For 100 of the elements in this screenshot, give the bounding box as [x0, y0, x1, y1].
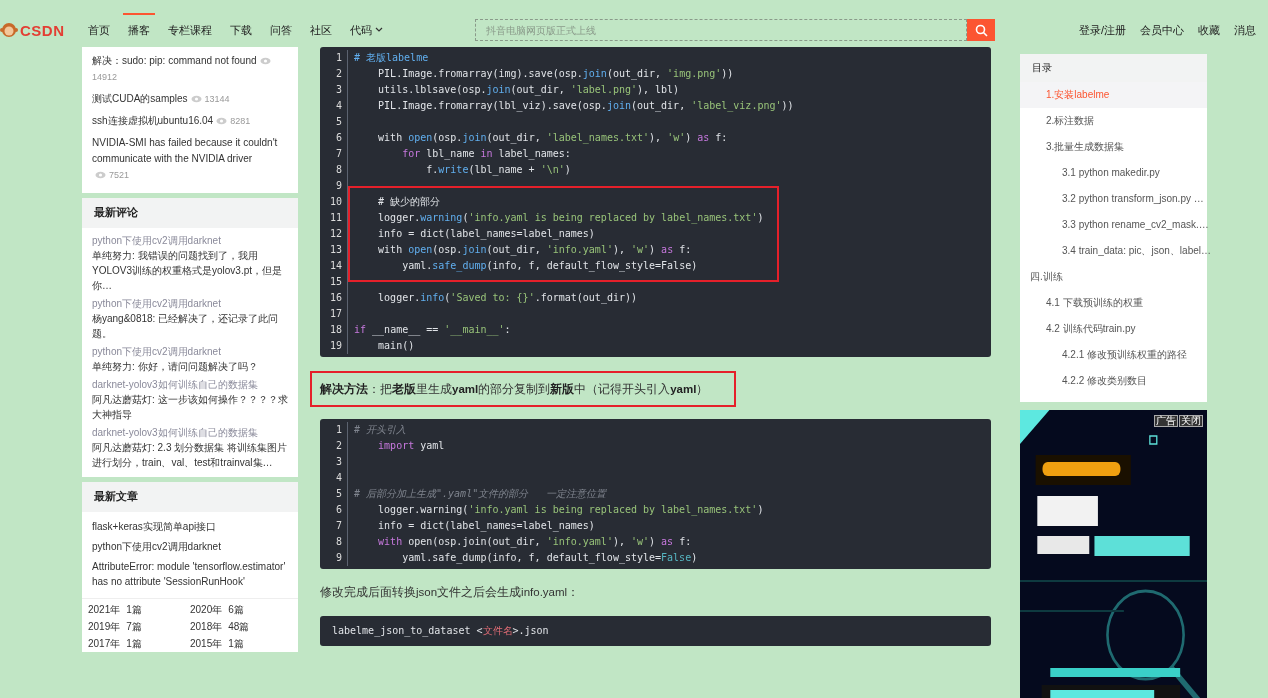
- eye-icon: [190, 95, 202, 104]
- article-link[interactable]: python下使用cv2调用darknet: [92, 346, 221, 357]
- line-number: 6: [334, 503, 342, 517]
- nav-link[interactable]: 问答: [260, 13, 301, 47]
- archive-count: 48篇: [228, 620, 250, 634]
- monkey-icon: [0, 22, 18, 38]
- archive-count: 1篇: [228, 637, 244, 651]
- line-number: 16: [328, 291, 342, 305]
- section-title: 最新评论: [82, 198, 298, 228]
- line-number: 4: [334, 99, 342, 113]
- archive-year[interactable]: 2017年: [88, 636, 121, 652]
- code-line: logger.info('Saved to: {}'.format(out_dir)): [377, 291, 638, 306]
- line-number: 1: [334, 423, 342, 437]
- code-line: # 开头引入: [354, 423, 408, 437]
- line-number: 17: [328, 307, 342, 321]
- nav-link[interactable]: 播客: [118, 13, 159, 47]
- archive-year[interactable]: 2021年: [88, 602, 121, 618]
- line-number: 13: [328, 243, 342, 257]
- article-link[interactable]: python下使用cv2调用darknet: [92, 539, 288, 554]
- code-line: logger.warning('info.yaml is being replaced by label_names.txt'): [377, 503, 765, 518]
- line-number: 9: [334, 179, 342, 193]
- archive-year[interactable]: 2020年: [190, 602, 223, 618]
- nav-link[interactable]: 收藏: [1198, 22, 1220, 38]
- code-line: yaml.safe_dump(info, f, default_flow_style=False): [401, 259, 699, 274]
- paragraph: 修改完成后面转换json文件之后会生成info.yaml：: [320, 585, 581, 600]
- nav-link[interactable]: 会员中心: [1140, 22, 1184, 38]
- line-number: 3: [334, 455, 342, 469]
- code-line: info = dict(label_names=label_names): [377, 227, 596, 242]
- line-number: 18: [328, 323, 342, 337]
- code-line: logger.warning('info.yaml is being replaced by label_names.txt'): [377, 211, 764, 226]
- chevron-down-icon: [374, 27, 383, 33]
- nav-link[interactable]: 专栏课程: [158, 13, 221, 47]
- code-line: yaml.safe_dump(info, f, default_flow_style=False): [401, 551, 699, 566]
- code-line: main(): [377, 339, 416, 353]
- view-count: 14912: [92, 72, 118, 82]
- code-line: utils.lblsave(osp.join(out_dir, 'label.png'), lbl): [377, 83, 681, 98]
- code-line: with open(osp.join(out_dir, 'info.yaml'), 'w') as f:: [377, 535, 693, 550]
- archive-count: 6篇: [228, 603, 244, 617]
- nav-link[interactable]: 首页: [78, 13, 119, 47]
- line-number: 8: [334, 535, 342, 549]
- line-number: 15: [328, 275, 342, 289]
- nav-link[interactable]: 登录/注册: [1078, 22, 1126, 38]
- toc-item[interactable]: 3.批量生成数据集: [1020, 134, 1127, 160]
- ad-label[interactable]: 广告: [1154, 415, 1178, 427]
- code-line: f.write(lbl_name + '\n'): [425, 163, 572, 178]
- toc-item[interactable]: 3.3 python rename_cv2_mask.…: [1020, 212, 1211, 238]
- search-icon: [974, 23, 988, 37]
- article-link[interactable]: darknet-yolov3如何训练自己的数据集: [92, 379, 258, 390]
- search-button[interactable]: [967, 19, 996, 41]
- archive-year[interactable]: 2015年: [190, 636, 223, 652]
- toc-item[interactable]: 四.训练: [1020, 264, 1065, 290]
- line-number: 6: [334, 131, 342, 145]
- nav-link[interactable]: 消息: [1234, 22, 1256, 38]
- article-link[interactable]: flask+keras实现简单api接口: [92, 519, 288, 534]
- line-number: 3: [334, 83, 342, 97]
- toc-item[interactable]: 3.2 python transform_json.py …: [1020, 186, 1206, 212]
- toc-item[interactable]: 3.4 train_data: pic、json、label…: [1020, 238, 1213, 264]
- nav-link[interactable]: 社区: [300, 13, 341, 47]
- article-link[interactable]: python下使用cv2调用darknet: [92, 235, 221, 246]
- paragraph: 解决方法：把老版里生成yaml的部分复制到新版中（记得开头引入yaml）: [310, 371, 737, 407]
- code-line: # 缺少的部分: [377, 195, 442, 209]
- article-link[interactable]: 测试CUDA的samples: [92, 91, 188, 107]
- view-count: 7521: [109, 170, 130, 180]
- code-line: for lbl_name in label_names:: [401, 147, 572, 162]
- article-link[interactable]: python下使用cv2调用darknet: [92, 298, 221, 309]
- line-number: 5: [334, 487, 342, 501]
- toc-item[interactable]: 2.标注数据: [1020, 108, 1097, 134]
- article-link[interactable]: darknet-yolov3如何训练自己的数据集: [92, 427, 258, 438]
- line-number: 7: [334, 519, 342, 533]
- nav-link[interactable]: 代码: [340, 13, 392, 47]
- line-number: 19: [328, 339, 342, 353]
- comment-text: 杨yang&0818: 已经解决了，还记录了此问题。: [92, 312, 280, 341]
- code-line: labelme_json_to_dataset <文件名>.json: [332, 624, 550, 639]
- toc-item[interactable]: 3.1 python makedir.py: [1020, 160, 1162, 186]
- ad-label[interactable]: 关闭: [1179, 415, 1203, 427]
- article-link[interactable]: NVIDIA-SMI has failed because it couldn't communicate with the NVIDIA driver: [92, 135, 288, 167]
- section-title: 最新文章: [82, 482, 298, 512]
- code-line: import yaml: [377, 439, 446, 453]
- toc-item[interactable]: 4.2.2 修改类别数目: [1020, 368, 1150, 394]
- article-link[interactable]: ssh连接虚拟机ubuntu16.04: [92, 113, 214, 129]
- article-link[interactable]: 解决：sudo: pip: command not found: [92, 53, 257, 69]
- code-line: with open(osp.join(out_dir, 'info.yaml'), 'w') as f:: [377, 243, 693, 258]
- code-line: PIL.Image.fromarray(img).save(osp.join(out_dir, 'img.png')): [377, 67, 735, 82]
- comment-text: 单纯努力: 你好，请问问题解决了吗？: [92, 360, 259, 374]
- line-number: 2: [334, 67, 342, 81]
- toc-item[interactable]: 4.2 训练代码train.py: [1020, 316, 1138, 342]
- archive-year[interactable]: 2018年: [190, 619, 223, 635]
- article-link[interactable]: AttributeError: module 'tensorflow.estimator' has no attribute 'SessionRunHook': [92, 559, 288, 589]
- toc-item[interactable]: 4.1 下载预训练的权重: [1020, 290, 1145, 316]
- code-line: with open(osp.join(out_dir, 'label_names.txt'), 'w') as f:: [377, 131, 729, 146]
- nav-link[interactable]: 下载: [220, 13, 261, 47]
- line-number: 5: [334, 115, 342, 129]
- code-line: info = dict(label_names=label_names): [377, 519, 596, 534]
- line-number: 11: [328, 211, 342, 225]
- toc-item[interactable]: 4.2.1 修改预训练权重的路径: [1020, 342, 1190, 368]
- archive-count: 1篇: [126, 637, 142, 651]
- code-line: # 老版labelme: [354, 51, 430, 65]
- view-count: 13144: [204, 94, 230, 104]
- code-line: PIL.Image.fromarray(lbl_viz).save(osp.join(out_dir, 'label_viz.png')): [377, 99, 795, 114]
- archive-year[interactable]: 2019年: [88, 619, 121, 635]
